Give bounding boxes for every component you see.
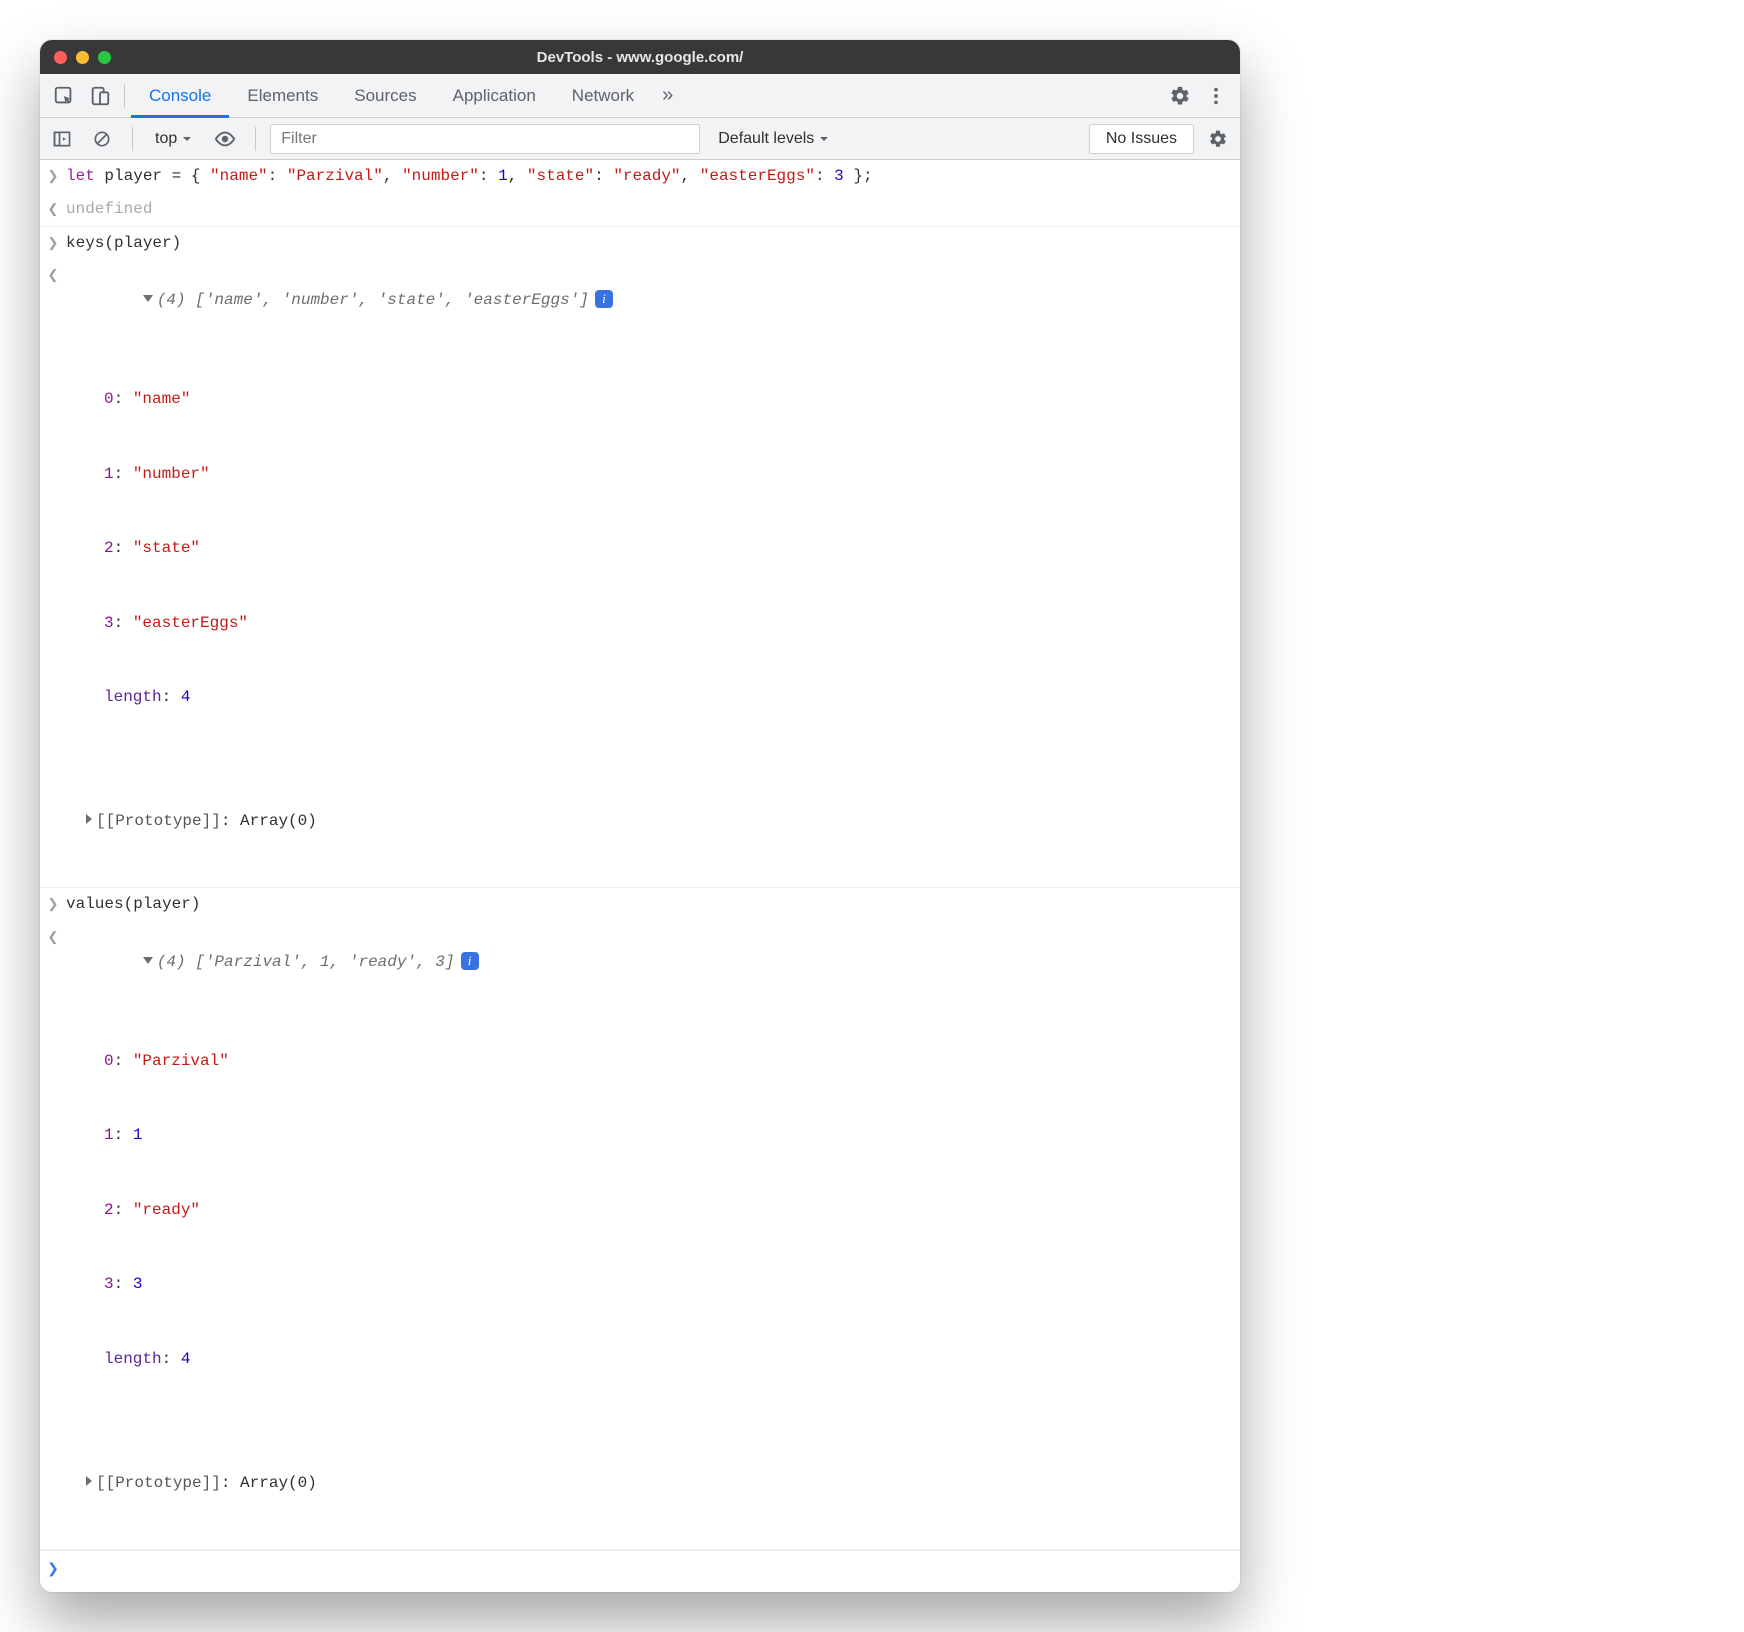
- input-prompt-icon: [48, 234, 59, 252]
- chevron-down-icon: [181, 133, 193, 145]
- separator: [124, 84, 125, 108]
- issues-label: No Issues: [1106, 130, 1177, 148]
- close-window-button[interactable]: [54, 51, 67, 64]
- info-badge-icon[interactable]: i: [461, 952, 479, 970]
- array-item: 3: "easterEggs": [104, 611, 1230, 636]
- output-prompt-icon: [48, 928, 59, 946]
- console-prompt[interactable]: [40, 1550, 1240, 1592]
- array-length: length: 4: [104, 685, 1230, 710]
- tab-network[interactable]: Network: [554, 74, 652, 118]
- minimize-window-button[interactable]: [76, 51, 89, 64]
- array-item: 2: "state": [104, 536, 1230, 561]
- input-prompt-icon: [48, 895, 59, 913]
- console-output: let player = { "name": "Parzival", "numb…: [40, 160, 1240, 1592]
- array-item: 2: "ready": [104, 1198, 1230, 1223]
- expand-triangle-icon[interactable]: [143, 957, 153, 964]
- info-badge-icon[interactable]: i: [595, 290, 613, 308]
- device-toolbar-icon[interactable]: [82, 78, 118, 114]
- live-expression-eye-icon[interactable]: [209, 123, 241, 155]
- panel-tabs: Console Elements Sources Application Net…: [40, 74, 1240, 118]
- array-length-summary: (4): [157, 291, 186, 309]
- console-input-row: keys(player): [40, 227, 1240, 260]
- settings-gear-icon[interactable]: [1162, 78, 1198, 114]
- log-levels-label: Default levels: [718, 130, 814, 148]
- more-tabs-button[interactable]: »: [652, 74, 683, 118]
- console-settings-gear-icon[interactable]: [1202, 123, 1234, 155]
- filter-input[interactable]: [270, 124, 700, 154]
- prototype-row[interactable]: [[Prototype]]: Array(0): [66, 1471, 1230, 1496]
- console-input-row: let player = { "name": "Parzival", "numb…: [40, 160, 1240, 193]
- array-item: 1: 1: [104, 1123, 1230, 1148]
- maximize-window-button[interactable]: [98, 51, 111, 64]
- console-input-text: let player = { "name": "Parzival", "numb…: [66, 164, 1240, 189]
- separator: [255, 127, 256, 151]
- prototype-row[interactable]: [[Prototype]]: Array(0): [66, 809, 1230, 834]
- window-controls: [54, 51, 111, 64]
- clear-console-icon[interactable]: [86, 123, 118, 155]
- tab-elements[interactable]: Elements: [229, 74, 336, 118]
- input-prompt-icon: [48, 167, 59, 185]
- context-selector-label: top: [155, 130, 177, 148]
- kebab-menu-icon[interactable]: [1198, 78, 1234, 114]
- console-output-row: undefined: [40, 193, 1240, 227]
- console-input-text: values(player): [66, 892, 1240, 917]
- titlebar: DevTools - www.google.com/: [40, 40, 1240, 74]
- show-console-sidebar-icon[interactable]: [46, 123, 78, 155]
- array-length: length: 4: [104, 1347, 1230, 1372]
- window-title: DevTools - www.google.com/: [40, 49, 1240, 66]
- array-item: 1: "number": [104, 462, 1230, 487]
- tab-application[interactable]: Application: [435, 74, 554, 118]
- issues-button[interactable]: No Issues: [1089, 124, 1194, 154]
- tab-console[interactable]: Console: [131, 74, 229, 118]
- undefined-output: undefined: [66, 197, 1240, 222]
- devtools-window: DevTools - www.google.com/ Console Eleme…: [40, 40, 1240, 1592]
- console-input-text: keys(player): [66, 231, 1240, 256]
- expand-triangle-icon[interactable]: [86, 814, 92, 824]
- expand-triangle-icon[interactable]: [143, 295, 153, 302]
- array-item: 0: "Parzival": [104, 1049, 1230, 1074]
- log-levels-selector[interactable]: Default levels: [708, 130, 840, 148]
- separator: [132, 127, 133, 151]
- tab-sources[interactable]: Sources: [336, 74, 434, 118]
- context-selector[interactable]: top: [147, 130, 201, 148]
- expand-triangle-icon[interactable]: [86, 1476, 92, 1486]
- output-prompt-icon: [48, 200, 59, 218]
- prompt-cursor-icon: [47, 1560, 59, 1578]
- output-prompt-icon: [48, 266, 59, 284]
- array-length-summary: (4): [157, 953, 186, 971]
- console-toolbar: top Default levels No Issues: [40, 118, 1240, 160]
- console-input-row: values(player): [40, 888, 1240, 921]
- array-item: 3: 3: [104, 1272, 1230, 1297]
- chevron-down-icon: [818, 133, 830, 145]
- inspect-element-icon[interactable]: [46, 78, 82, 114]
- console-output-row[interactable]: (4) ['name', 'number', 'state', 'easterE…: [40, 259, 1240, 887]
- array-item: 0: "name": [104, 387, 1230, 412]
- console-output-row[interactable]: (4) ['Parzival', 1, 'ready', 3]i 0: "Par…: [40, 921, 1240, 1550]
